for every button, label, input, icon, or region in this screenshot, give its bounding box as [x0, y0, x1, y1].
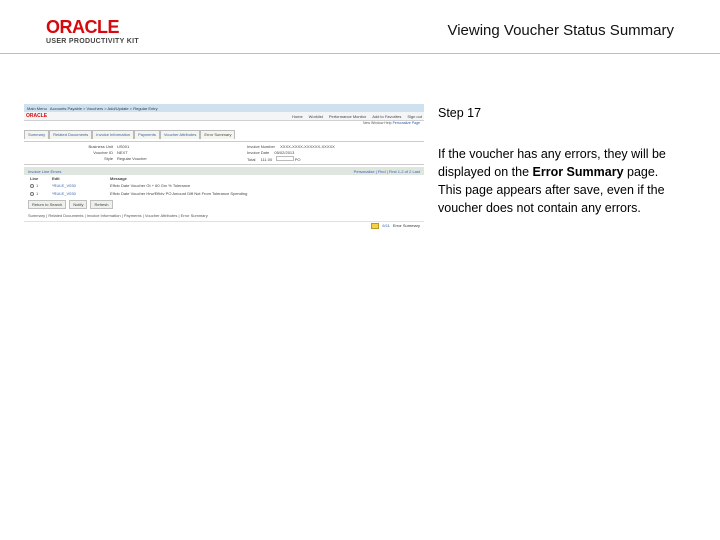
menu-signout[interactable]: Sign out [407, 114, 422, 119]
note-icon[interactable] [371, 223, 379, 229]
table-row: 1 *RULE_V030 Effctv Date Voucher Hrw/Eff… [24, 190, 424, 197]
mini-oracle-logo: ORACLE [26, 113, 47, 120]
brand-main: ORACLE [46, 18, 139, 38]
mini-menubar: ORACLE Home Worklist Performance Monitor… [24, 112, 424, 121]
mini-breadcrumb-bar: Main Menu Accounts Payable > Vouchers > … [24, 104, 424, 112]
voucher-id-value: NEXT [117, 150, 247, 155]
notify-button[interactable]: Notify [69, 200, 87, 209]
invoice-number-value: XXXX-XXXX-XXXXXX-XXXXX [280, 144, 335, 149]
row-id[interactable]: *RULE_V030 [52, 191, 102, 196]
menu-performance[interactable]: Performance Monitor [329, 114, 366, 119]
voucher-id-label: Voucher ID [27, 150, 117, 155]
po-input[interactable] [276, 156, 294, 161]
tab-invoice-info[interactable]: Invoice Information [92, 130, 134, 138]
section-controls[interactable]: Personalize | Find | First 1-2 of 2 Last [354, 169, 420, 174]
invoice-date-label: Invoice Date [247, 150, 273, 155]
embedded-app-screenshot: Main Menu Accounts Payable > Vouchers > … [24, 104, 424, 229]
tab-error-summary[interactable]: Error Summary [200, 130, 235, 138]
total-label: Total [247, 157, 259, 162]
row-checkbox[interactable] [30, 192, 34, 196]
row-msg: Effctv Date Voucher Hrw/Effctv PO Amount… [110, 191, 247, 196]
invoice-line-errors-bar: Invoice Line Errors Personalize | Find |… [24, 167, 424, 175]
breadcrumb-path: Accounts Payable > Vouchers > Add/Update… [50, 106, 158, 111]
breadcrumb-root[interactable]: Main Menu [27, 106, 47, 111]
refresh-button[interactable]: Refresh [90, 200, 112, 209]
total-value: 111.00 [261, 157, 273, 162]
po-label: PO [295, 157, 301, 162]
tab-related-docs[interactable]: Related Documents [49, 130, 92, 138]
error-summary-term: Error Summary [533, 165, 624, 179]
page-title: Viewing Voucher Status Summary [447, 18, 674, 39]
personalize-link[interactable]: Personalize Page [393, 121, 420, 125]
mini-bottom-bar: 6/11 Error Summary [24, 221, 424, 229]
table-row: 1 *RULE_V030 Effctv Date Voucher Gt + 60… [24, 182, 424, 189]
col-edit: Edit [52, 176, 102, 181]
tab-payments[interactable]: Payments [134, 130, 160, 138]
row-checkbox[interactable] [30, 184, 34, 188]
mini-button-row: Return to Search Notify Refresh [24, 197, 424, 212]
col-message: Message [110, 176, 127, 181]
invoice-number-label: Invoice Number [247, 144, 279, 149]
col-line: Line [30, 176, 44, 181]
bottom-label: Error Summary [393, 223, 420, 228]
tab-summary[interactable]: Summary [24, 130, 49, 138]
menu-home[interactable]: Home [292, 114, 303, 119]
menu-worklist[interactable]: Worklist [309, 114, 323, 119]
mini-subheader: New Window Help Personalize Page [24, 121, 424, 128]
new-window-link[interactable]: New Window Help [363, 121, 393, 125]
style-value: Regular Voucher [117, 156, 247, 162]
brand-logo: ORACLE USER PRODUCTIVITY KIT [46, 18, 139, 45]
menu-favorites[interactable]: Add to Favorites [372, 114, 401, 119]
style-label: Style [27, 156, 117, 162]
return-to-search-button[interactable]: Return to Search [28, 200, 66, 209]
business-unit-label: Business Unit [27, 144, 117, 149]
brand-sub: USER PRODUCTIVITY KIT [46, 38, 139, 46]
row-id[interactable]: *RULE_V030 [52, 183, 102, 188]
instruction-text: If the voucher has any errors, they will… [438, 145, 670, 218]
mini-footer-links[interactable]: Summary | Related Documents | Invoice In… [24, 212, 424, 219]
business-unit-value: US001 [117, 144, 247, 149]
mini-form-grid: Business Unit US001 Invoice Number XXXX-… [24, 141, 424, 166]
mini-tabstrip: Summary Related Documents Invoice Inform… [24, 130, 424, 138]
section-title: Invoice Line Errors [28, 169, 61, 174]
invoice-date-value: 05/02/2013 [274, 150, 294, 155]
error-table-header: Line Edit Message [24, 175, 424, 182]
step-label: Step 17 [438, 104, 670, 122]
row-msg: Effctv Date Voucher Gt + 60 Grc % Tolera… [110, 183, 190, 188]
tab-voucher-attr[interactable]: Voucher Attributes [160, 130, 200, 138]
page-indicator: 6/11 [382, 223, 390, 228]
